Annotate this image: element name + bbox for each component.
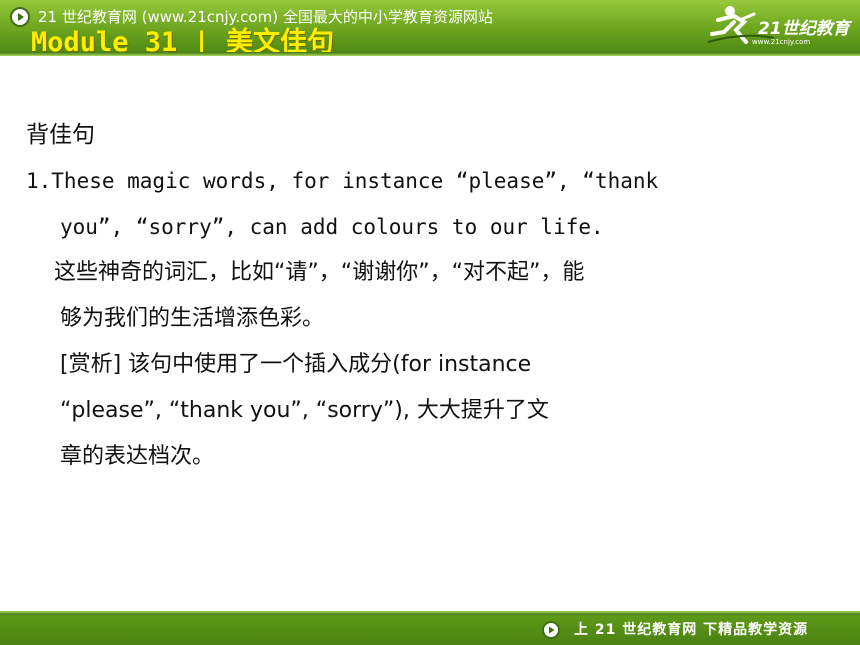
analysis-line-3: 章的表达档次。 — [60, 444, 215, 469]
play-circle-icon[interactable] — [542, 621, 560, 639]
sentence-line-1: 1.These magic words, for instance “pleas… — [26, 169, 659, 193]
module-title: Module 31 | 美文佳句 — [31, 27, 335, 52]
analysis-line-2: “please”, “thank you”, “sorry”), 大大提升了文 — [60, 398, 549, 423]
site-title: 21 世纪教育网 (www.21cnjy.com) 全国最大的中小学教育资源网站 — [38, 8, 493, 26]
sentence-line-2: you”, “sorry”, can add colours to our li… — [60, 215, 604, 239]
header-divider — [0, 52, 860, 56]
section-heading: 背佳句 — [26, 122, 95, 148]
header-bar: 21 世纪教育网 (www.21cnjy.com) 全国最大的中小学教育资源网站… — [0, 0, 860, 52]
analysis-line-1: [赏析] 该句中使用了一个插入成分(for instance — [60, 352, 532, 377]
translation-line-1: 这些神奇的词汇，比如“请”，“谢谢你”，“对不起”，能 — [54, 260, 585, 285]
footer-link[interactable]: 上 21 世纪教育网 下精品教学资源 — [574, 620, 808, 640]
play-circle-icon[interactable] — [10, 7, 30, 27]
translation-line-2: 够为我们的生活增添色彩。 — [60, 306, 325, 331]
logo-text: 21世纪教育 — [758, 19, 853, 39]
footer-bar: 上 21 世纪教育网 下精品教学资源 — [0, 615, 860, 645]
slide-content: 背佳句 1.These magic words, for instance “p… — [26, 112, 846, 480]
logo-url: www.21cnjy.com — [752, 38, 811, 46]
